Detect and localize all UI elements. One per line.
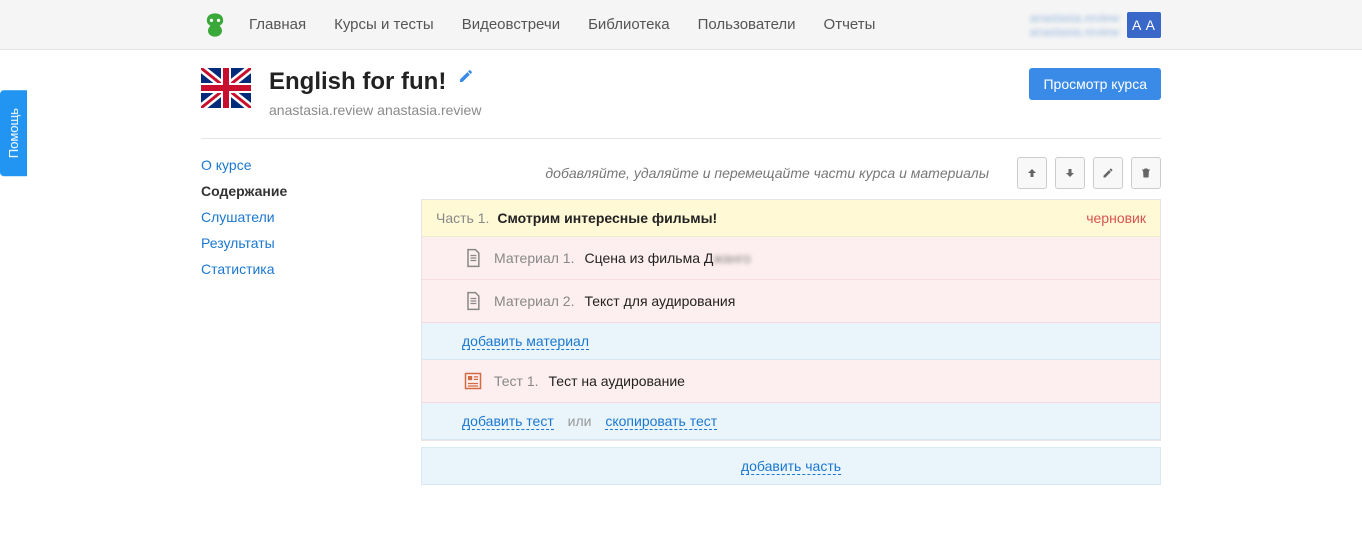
part-status-badge: черновик <box>1086 210 1146 226</box>
test-title: Тест на аудирование <box>549 373 685 389</box>
material-label: Материал 2. <box>494 293 574 309</box>
nav-item-reports[interactable]: Отчеты <box>824 16 876 33</box>
logo-icon[interactable] <box>201 11 229 39</box>
material-title: Сцена из фильма Джанго <box>584 250 750 266</box>
copy-test-link[interactable]: скопировать тест <box>605 413 717 430</box>
sidebar-item-listeners[interactable]: Слушатели <box>201 209 421 225</box>
nav-item-library[interactable]: Библиотека <box>588 16 670 33</box>
material-label: Материал 1. <box>494 250 574 266</box>
top-nav: Главная Курсы и тесты Видеовстречи Библи… <box>0 0 1362 50</box>
user-name-line1: anastasia.review <box>1030 11 1119 25</box>
content-hint: добавляйте, удаляйте и перемещайте части… <box>421 165 1009 181</box>
course-flag-icon <box>201 68 251 108</box>
or-text: или <box>568 413 592 429</box>
add-test-link[interactable]: добавить тест <box>462 413 554 430</box>
view-course-button[interactable]: Просмотр курса <box>1029 68 1161 100</box>
sidebar-item-stats[interactable]: Статистика <box>201 261 421 277</box>
add-part-link[interactable]: добавить часть <box>741 458 841 475</box>
course-title: English for fun! <box>269 68 446 96</box>
test-label: Тест 1. <box>494 373 539 389</box>
add-material-link[interactable]: добавить материал <box>462 333 589 350</box>
sidebar-item-results[interactable]: Результаты <box>201 235 421 251</box>
edit-icon[interactable] <box>458 68 474 84</box>
help-tab[interactable]: Помощь <box>0 90 27 176</box>
material-row[interactable]: Материал 1. Сцена из фильма Джанго <box>422 237 1160 280</box>
document-icon <box>462 290 484 312</box>
move-down-button[interactable] <box>1055 157 1085 189</box>
document-icon <box>462 247 484 269</box>
part-header[interactable]: Часть 1. Смотрим интересные фильмы! черн… <box>422 200 1160 237</box>
course-author: anastasia.review anastasia.review <box>269 102 481 118</box>
delete-button[interactable] <box>1131 157 1161 189</box>
course-content: добавляйте, удаляйте и перемещайте части… <box>421 157 1161 485</box>
sidebar-item-content[interactable]: Содержание <box>201 183 421 199</box>
add-material-row: добавить материал <box>422 323 1160 360</box>
add-part-row: добавить часть <box>421 447 1161 485</box>
move-up-button[interactable] <box>1017 157 1047 189</box>
part-title: Смотрим интересные фильмы! <box>497 210 717 226</box>
user-avatar-badge[interactable]: A A <box>1127 12 1161 38</box>
nav-item-users[interactable]: Пользователи <box>698 16 796 33</box>
user-area[interactable]: anastasia.review anastasia.review A A <box>1030 0 1161 50</box>
edit-button[interactable] <box>1093 157 1123 189</box>
test-icon <box>462 370 484 392</box>
course-header: English for fun! anastasia.review anasta… <box>201 68 1161 139</box>
sidebar-item-about[interactable]: О курсе <box>201 157 421 173</box>
user-name-line2: anastasia.review <box>1030 25 1119 39</box>
nav-item-home[interactable]: Главная <box>249 16 306 33</box>
course-sidebar: О курсе Содержание Слушатели Результаты … <box>201 157 421 485</box>
nav-item-courses[interactable]: Курсы и тесты <box>334 16 434 33</box>
test-row[interactable]: Тест 1. Тест на аудирование <box>422 360 1160 403</box>
material-row[interactable]: Материал 2. Текст для аудирования <box>422 280 1160 323</box>
add-test-row: добавить тест или скопировать тест <box>422 403 1160 440</box>
material-title: Текст для аудирования <box>584 293 735 309</box>
part-label: Часть 1. <box>436 210 489 226</box>
nav-item-meetings[interactable]: Видеовстречи <box>462 16 560 33</box>
course-part: Часть 1. Смотрим интересные фильмы! черн… <box>421 199 1161 441</box>
